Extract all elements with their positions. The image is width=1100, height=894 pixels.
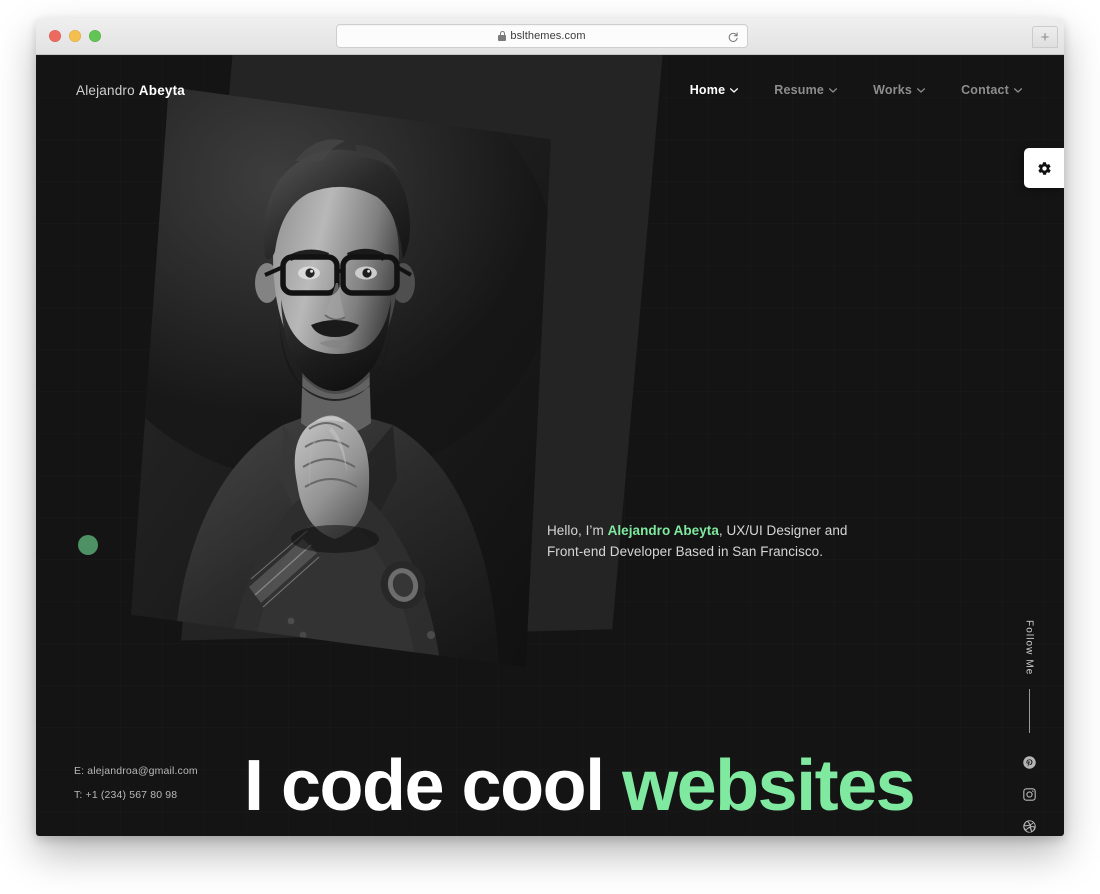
- reload-icon[interactable]: [727, 30, 739, 42]
- contact-email[interactable]: E: alejandroa@gmail.com: [74, 765, 198, 777]
- main-navigation: Home Resume Works Contact: [690, 83, 1022, 97]
- logo-last-name: Abeyta: [138, 82, 186, 98]
- contact-info: E: alejandroa@gmail.com T: +1 (234) 567 …: [74, 765, 198, 813]
- chevron-down-icon: [917, 87, 926, 93]
- headline-plain: I code cool: [244, 746, 623, 826]
- page-viewport: Alejandro Abeyta Home Resume Works Conta…: [36, 55, 1064, 836]
- contact-phone[interactable]: T: +1 (234) 567 80 98: [74, 789, 198, 801]
- vertical-divider: [1028, 689, 1030, 734]
- green-accent-dot: [78, 535, 98, 555]
- chevron-down-icon: [730, 87, 739, 93]
- site-header: Alejandro Abeyta Home Resume Works Conta…: [36, 55, 1064, 125]
- hero-portrait-photo: [131, 87, 551, 667]
- intro-name: Alejandro Abeyta: [607, 523, 719, 538]
- lock-icon: [498, 31, 507, 41]
- chevron-down-icon: [1014, 87, 1022, 93]
- nav-item-works[interactable]: Works: [873, 83, 926, 97]
- window-controls: [49, 30, 101, 42]
- address-bar-content: bslthemes.com: [498, 30, 586, 42]
- intro-prefix: Hello, I’m: [547, 523, 608, 538]
- site-logo[interactable]: Alejandro Abeyta: [76, 83, 185, 98]
- browser-window: bslthemes.com + Alejandro Abeyta Home Re…: [36, 18, 1064, 836]
- logo-first-name: Alejandro: [76, 82, 135, 98]
- social-links: [1022, 755, 1037, 834]
- nav-label-contact: Contact: [961, 83, 1009, 97]
- nav-label-home: Home: [689, 83, 726, 97]
- headline-accent: websites: [622, 746, 916, 826]
- browser-chrome-bar: bslthemes.com +: [36, 18, 1064, 55]
- minimize-window-button[interactable]: [69, 30, 81, 42]
- address-bar[interactable]: bslthemes.com: [336, 24, 748, 48]
- nav-label-resume: Resume: [774, 83, 825, 97]
- dribbble-icon[interactable]: [1022, 819, 1037, 834]
- gear-icon: [1037, 161, 1052, 176]
- follow-me-rail: Follow Me: [1012, 620, 1046, 834]
- intro-text: Hello, I’m Alejandro Abeyta, UX/UI Desig…: [547, 521, 877, 563]
- follow-me-label: Follow Me: [1023, 620, 1035, 676]
- hero-headline: I code cool websites: [244, 750, 916, 822]
- nav-item-contact[interactable]: Contact: [961, 83, 1022, 97]
- url-text: bslthemes.com: [510, 30, 586, 42]
- pinterest-icon[interactable]: [1022, 755, 1037, 770]
- maximize-window-button[interactable]: [89, 30, 101, 42]
- new-tab-button[interactable]: +: [1032, 26, 1058, 48]
- nav-item-home[interactable]: Home: [690, 83, 739, 97]
- settings-toggle-button[interactable]: [1024, 148, 1064, 188]
- instagram-icon[interactable]: [1022, 787, 1037, 802]
- close-window-button[interactable]: [49, 30, 61, 42]
- nav-label-works: Works: [873, 83, 913, 97]
- chevron-down-icon: [829, 87, 838, 93]
- nav-item-resume[interactable]: Resume: [774, 83, 838, 97]
